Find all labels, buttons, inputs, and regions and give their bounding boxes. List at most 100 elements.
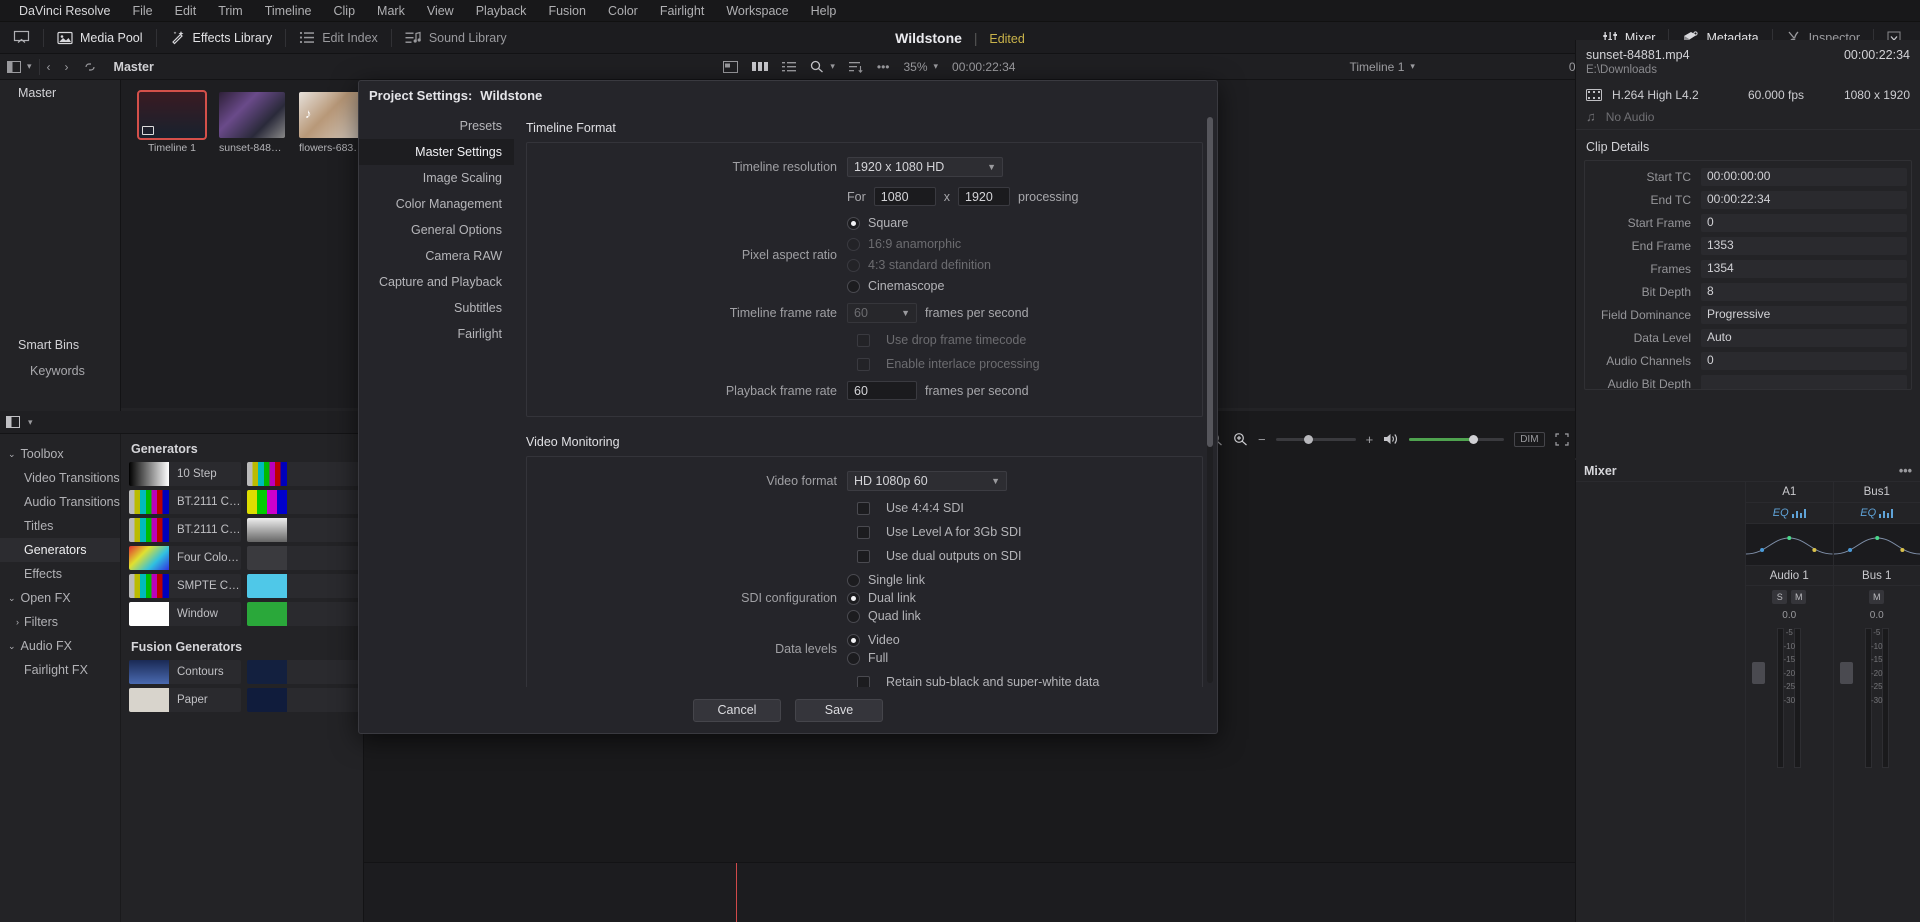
mixer-eq-row[interactable]: EQ	[1833, 502, 1920, 524]
interlace-checkbox[interactable]	[857, 357, 870, 371]
detail-view-button[interactable]	[775, 54, 803, 79]
menu-item-clip[interactable]: Clip	[323, 2, 367, 20]
scrollbar-thumb[interactable]	[1207, 117, 1213, 447]
mixer-eq-curve[interactable]	[1833, 524, 1920, 566]
mixer-eq-row[interactable]: EQ	[1746, 502, 1833, 524]
more-options-button[interactable]: •••	[870, 54, 897, 79]
fullscreen-icon[interactable]	[1554, 432, 1569, 446]
nav-item-presets[interactable]: Presets	[359, 113, 514, 139]
menu-item-workspace[interactable]: Workspace	[715, 2, 799, 20]
zoom-decrease-button[interactable]: −	[1258, 432, 1266, 447]
radio-full-level[interactable]	[847, 651, 860, 665]
volume-slider-handle[interactable]	[1469, 434, 1479, 444]
retain-subblack-row[interactable]: Retain sub-black and super-white data	[857, 675, 1202, 687]
sidebar-item-smart-bins[interactable]: Smart Bins	[0, 332, 120, 358]
mixer-more-button[interactable]: •••	[1899, 464, 1912, 478]
nav-item-master-settings[interactable]: Master Settings	[359, 139, 514, 165]
effect-item[interactable]: SMPTE Color Bar	[129, 574, 241, 598]
mixer-eq-curve[interactable]	[1745, 524, 1833, 566]
menu-item-edit[interactable]: Edit	[164, 2, 208, 20]
nav-item-color-management[interactable]: Color Management	[359, 191, 514, 217]
resolution-height-input[interactable]: 1920	[958, 187, 1010, 206]
effect-item[interactable]	[247, 602, 359, 626]
settings-scrollbar[interactable]	[1207, 117, 1213, 683]
clip-detail-value[interactable]: Auto	[1701, 328, 1907, 347]
clip-detail-value[interactable]: 00:00:00:00	[1701, 167, 1907, 186]
effect-item[interactable]: Paper	[129, 688, 241, 712]
clip-detail-value[interactable]: 0	[1701, 351, 1907, 370]
drop-frame-checkbox[interactable]	[857, 333, 870, 347]
tree-item-titles[interactable]: Titles	[0, 514, 120, 538]
list-view-button[interactable]	[716, 54, 745, 79]
tree-item-toolbox[interactable]: ⌄ Toolbox	[0, 442, 120, 466]
tree-item-audio-fx[interactable]: ⌄ Audio FX	[0, 634, 120, 658]
clip-detail-value[interactable]: 1353	[1701, 236, 1907, 255]
nav-forward-button[interactable]: ›	[58, 54, 76, 79]
nav-item-fairlight[interactable]: Fairlight	[359, 321, 514, 347]
radio-single-link[interactable]	[847, 573, 860, 587]
effects-library-button[interactable]: Effects Library	[157, 22, 286, 53]
resolution-width-input[interactable]: 1080	[873, 187, 936, 206]
timeline-resolution-select[interactable]: 1920 x 1080 HD ▼	[847, 157, 1003, 177]
tree-item-audio-transitions[interactable]: Audio Transitions	[0, 490, 120, 514]
radio-standard-def[interactable]	[847, 258, 860, 272]
menu-item-fairlight[interactable]: Fairlight	[649, 2, 715, 20]
menu-item-trim[interactable]: Trim	[207, 2, 254, 20]
effect-item[interactable]: Contours	[129, 660, 241, 684]
menu-item-color[interactable]: Color	[597, 2, 649, 20]
use-level-a-row[interactable]: Use Level A for 3Gb SDI	[857, 525, 1202, 539]
menu-item-help[interactable]: Help	[800, 2, 848, 20]
volume-slider[interactable]	[1409, 434, 1505, 444]
nav-back-button[interactable]: ‹	[40, 54, 58, 79]
media-pool-button[interactable]: Media Pool	[44, 22, 156, 53]
effect-item[interactable]: Four Color Gradient	[129, 546, 241, 570]
effect-item[interactable]	[247, 490, 359, 514]
chevron-down-icon[interactable]: ▾	[28, 417, 33, 428]
use-dual-outputs-row[interactable]: Use dual outputs on SDI	[857, 549, 1202, 563]
sort-button[interactable]	[842, 54, 870, 79]
sdi-option-single-link[interactable]: Single link	[847, 573, 925, 587]
zoom-slider-handle[interactable]	[1304, 434, 1314, 444]
save-button[interactable]: Save	[795, 698, 883, 722]
media-pool-view-toggle[interactable]: ▾	[0, 54, 39, 79]
radio-quad-link[interactable]	[847, 609, 860, 623]
effect-item[interactable]: Window	[129, 602, 241, 626]
video-format-select[interactable]: HD 1080p 60 ▼	[847, 471, 1007, 491]
grid-view-button[interactable]	[745, 54, 775, 79]
interlace-row[interactable]: Enable interlace processing	[857, 357, 1202, 371]
zoom-in-icon[interactable]	[1233, 432, 1248, 446]
clip-detail-value[interactable]: Progressive	[1701, 305, 1907, 324]
radio-video-level[interactable]	[847, 633, 860, 647]
clip-detail-value[interactable]: 8	[1701, 282, 1907, 301]
channel-fader[interactable]	[1839, 662, 1853, 684]
effect-item[interactable]: 10 Step	[129, 462, 241, 486]
sidebar-item-master[interactable]: Master	[0, 80, 120, 106]
nav-item-subtitles[interactable]: Subtitles	[359, 295, 514, 321]
retain-subblack-checkbox[interactable]	[857, 675, 870, 687]
effect-item[interactable]	[247, 574, 359, 598]
clip-detail-value[interactable]: 00:00:22:34	[1701, 190, 1907, 209]
nav-item-camera-raw[interactable]: Camera RAW	[359, 243, 514, 269]
use-dual-outputs-checkbox[interactable]	[857, 549, 870, 563]
tree-item-effects[interactable]: Effects	[0, 562, 120, 586]
menu-item-mark[interactable]: Mark	[366, 2, 416, 20]
timeline-frame-rate-select[interactable]: 60 ▼	[847, 303, 917, 323]
timeline-playhead[interactable]	[736, 863, 737, 922]
use-level-a-checkbox[interactable]	[857, 525, 870, 539]
search-button[interactable]: ▾	[803, 54, 842, 79]
media-item-sunset[interactable]: sunset-84881...	[219, 92, 285, 154]
dim-button[interactable]: DIM	[1514, 431, 1545, 447]
radio-cinemascope[interactable]	[847, 279, 860, 293]
data-level-option-video[interactable]: Video	[847, 633, 900, 647]
sdi-option-dual-link[interactable]: Dual link	[847, 591, 925, 605]
tree-item-video-transitions[interactable]: Video Transitions	[0, 466, 120, 490]
radio-dual-link[interactable]	[847, 591, 860, 605]
par-option-standard-def[interactable]: 4:3 standard definition	[847, 258, 991, 272]
par-option-anamorphic[interactable]: 16:9 anamorphic	[847, 237, 991, 251]
mixer-track-name[interactable]: Bus 1	[1833, 566, 1920, 586]
effect-item[interactable]	[247, 660, 359, 684]
media-item-timeline-1[interactable]: Timeline 1	[137, 90, 207, 154]
volume-icon[interactable]	[1383, 432, 1399, 446]
effect-item[interactable]	[247, 518, 359, 542]
timeline-selector[interactable]: Timeline 1 ▾	[1342, 54, 1421, 79]
